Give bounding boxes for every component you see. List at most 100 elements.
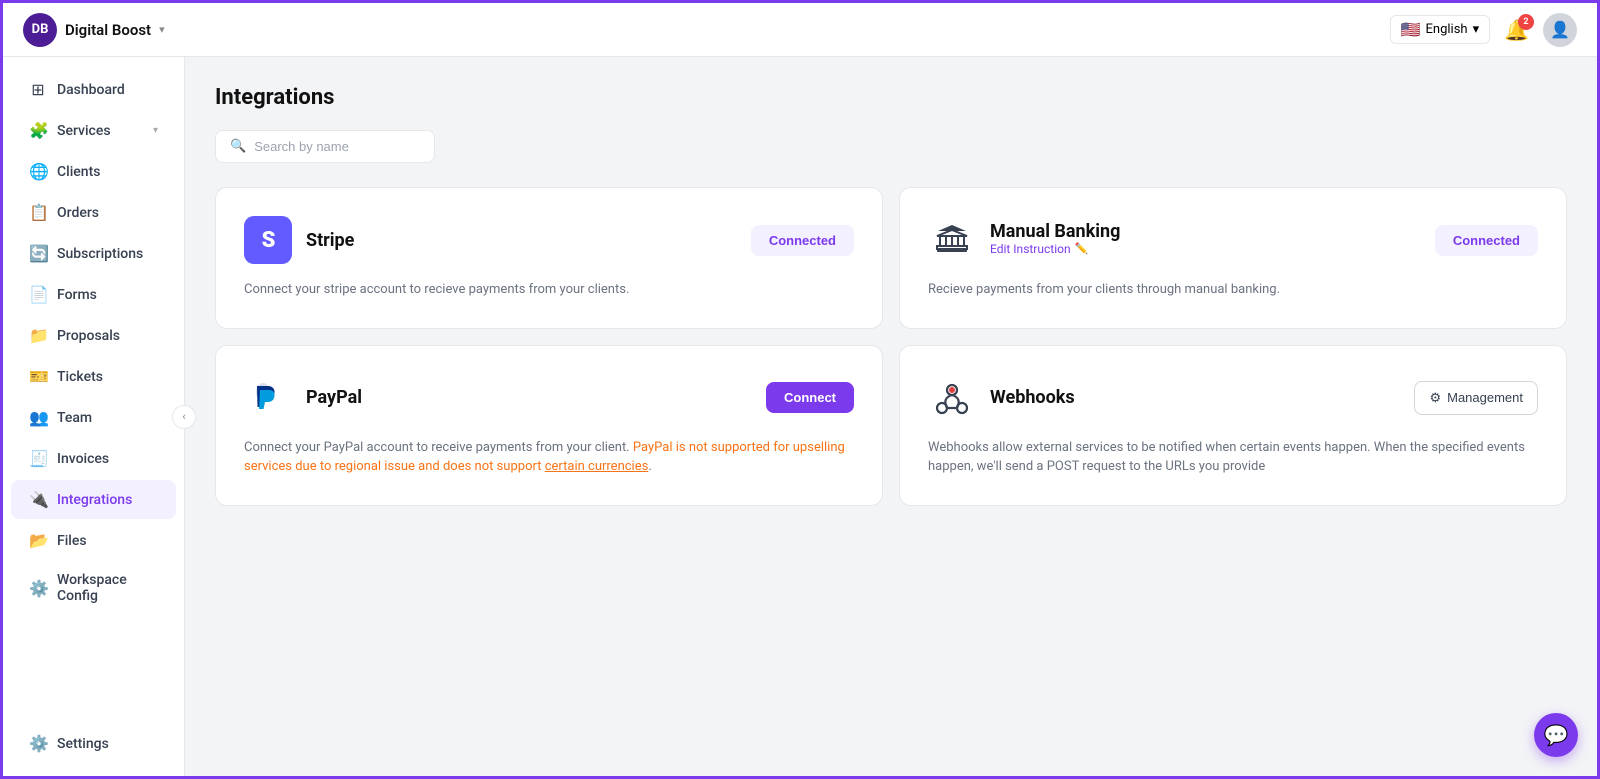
paypal-card-header: PayPal Connect [244,374,854,422]
paypal-card-description: Connect your PayPal account to receive p… [244,438,854,477]
paypal-logo-icon [244,374,292,422]
sidebar-item-services[interactable]: 🧩 Services ▾ [11,111,176,150]
subscriptions-icon: 🔄 [29,244,47,263]
webhooks-card-header: Webhooks ⚙ Management [928,374,1538,422]
manual-banking-sub-header: Manual Banking Edit Instruction ✏️ [990,221,1120,260]
paypal-card: PayPal Connect Connect your PayPal accou… [215,345,883,506]
language-chevron-icon: ▾ [1473,22,1480,37]
files-icon: 📂 [29,531,47,550]
edit-pencil-icon[interactable]: ✏️ [1075,242,1089,255]
search-input[interactable] [254,139,420,154]
integrations-icon: 🔌 [29,490,47,509]
stripe-card: S Stripe Connected Connect your stripe a… [215,187,883,329]
chat-bubble-button[interactable]: 💬 [1534,713,1578,757]
proposals-icon: 📁 [29,326,47,345]
settings-icon: ⚙️ [29,734,47,753]
sidebar-item-settings[interactable]: ⚙️ Settings [11,724,176,763]
orders-icon: 📋 [29,203,47,222]
sidebar-item-forms[interactable]: 📄 Forms [11,275,176,314]
edit-instruction-row: Edit Instruction ✏️ [990,242,1120,256]
paypal-currencies-link[interactable]: certain currencies [545,459,649,474]
language-selector[interactable]: 🇺🇸 English ▾ [1390,15,1491,44]
notification-badge: 2 [1518,14,1534,30]
page-title: Integrations [215,85,1567,110]
stripe-card-header: S Stripe Connected [244,216,854,264]
flag-icon: 🇺🇸 [1401,20,1421,39]
webhook-logo-icon [928,374,976,422]
sidebar-item-subscriptions[interactable]: 🔄 Subscriptions [11,234,176,273]
brand-chevron-icon[interactable]: ▾ [159,23,165,36]
sidebar: ‹ ⊞ Dashboard 🧩 Services ▾ 🌐 Clients 📋 O… [3,57,185,776]
paypal-warning-text: PayPal is not supported for upselling se… [244,440,845,475]
webhooks-title-row: Webhooks [928,374,1075,422]
sidebar-item-label: Tickets [57,369,103,385]
language-label: English [1426,22,1468,37]
brand-avatar: DB [23,13,57,47]
sidebar-item-files[interactable]: 📂 Files [11,521,176,560]
sidebar-item-label: Forms [57,287,97,303]
sidebar-item-label: Dashboard [57,82,125,98]
sidebar-item-label: Clients [57,164,100,180]
sidebar-item-proposals[interactable]: 📁 Proposals [11,316,176,355]
invoices-icon: 🧾 [29,449,47,468]
manual-banking-card-description: Recieve payments from your clients throu… [928,280,1538,300]
chevron-down-icon: ▾ [153,125,158,136]
manual-banking-title-row: Manual Banking Edit Instruction ✏️ [928,216,1120,264]
sidebar-item-label: Files [57,533,87,549]
sidebar-item-team[interactable]: 👥 Team [11,398,176,437]
sidebar-item-tickets[interactable]: 🎫 Tickets [11,357,176,396]
sidebar-item-label: Orders [57,205,99,221]
topbar: DB Digital Boost ▾ 🇺🇸 English ▾ 🔔 2 👤 [3,3,1597,57]
sidebar-item-label: Services [57,123,111,139]
integrations-grid: S Stripe Connected Connect your stripe a… [215,187,1567,506]
sidebar-item-workspace[interactable]: ⚙️ Workspace Config [11,562,176,614]
stripe-logo-icon: S [244,216,292,264]
sidebar-item-dashboard[interactable]: ⊞ Dashboard [11,70,176,109]
edit-instruction-link[interactable]: Edit Instruction [990,242,1071,256]
sidebar-collapse-button[interactable]: ‹ [172,405,196,429]
sidebar-item-label: Team [57,410,92,426]
team-icon: 👥 [29,408,47,427]
sidebar-bottom: ⚙️ Settings [3,723,184,764]
workspace-icon: ⚙️ [29,579,47,598]
tickets-icon: 🎫 [29,367,47,386]
sidebar-item-label: Invoices [57,451,109,467]
topbar-right: 🇺🇸 English ▾ 🔔 2 👤 [1390,13,1577,47]
paypal-card-name: PayPal [306,387,362,408]
paypal-connect-button[interactable]: Connect [766,382,854,413]
brand-area: DB Digital Boost ▾ [23,13,165,47]
user-icon: 👤 [1550,20,1570,39]
stripe-card-name: Stripe [306,230,354,251]
stripe-title-row: S Stripe [244,216,354,264]
webhooks-card: Webhooks ⚙ Management Webhooks allow ext… [899,345,1567,506]
brand-name: Digital Boost [65,21,151,39]
manual-banking-card-name: Manual Banking [990,221,1120,242]
sidebar-item-label: Integrations [57,492,132,508]
sidebar-item-integrations[interactable]: 🔌 Integrations [11,480,176,519]
forms-icon: 📄 [29,285,47,304]
sidebar-item-label: Proposals [57,328,120,344]
dashboard-icon: ⊞ [29,80,47,99]
manual-banking-connected-button[interactable]: Connected [1435,225,1538,256]
webhooks-card-description: Webhooks allow external services to be n… [928,438,1538,477]
manual-banking-card: Manual Banking Edit Instruction ✏️ Conne… [899,187,1567,329]
sidebar-item-label: Subscriptions [57,246,143,262]
webhooks-card-name: Webhooks [990,387,1075,408]
sidebar-item-label: Workspace Config [57,572,158,604]
clients-icon: 🌐 [29,162,47,181]
bank-logo-icon [928,216,976,264]
stripe-card-description: Connect your stripe account to recieve p… [244,280,854,300]
chat-icon: 💬 [1544,723,1569,747]
layout: ‹ ⊞ Dashboard 🧩 Services ▾ 🌐 Clients 📋 O… [3,57,1597,776]
sidebar-item-orders[interactable]: 📋 Orders [11,193,176,232]
sidebar-item-clients[interactable]: 🌐 Clients [11,152,176,191]
gear-icon: ⚙ [1429,390,1441,406]
webhooks-management-button[interactable]: ⚙ Management [1414,381,1538,415]
search-bar[interactable]: 🔍 [215,130,435,163]
sidebar-item-invoices[interactable]: 🧾 Invoices [11,439,176,478]
stripe-connected-button[interactable]: Connected [751,225,854,256]
search-icon: 🔍 [230,139,246,154]
notifications-button[interactable]: 🔔 2 [1504,18,1529,42]
sidebar-item-label: Settings [57,736,109,752]
user-avatar[interactable]: 👤 [1543,13,1577,47]
